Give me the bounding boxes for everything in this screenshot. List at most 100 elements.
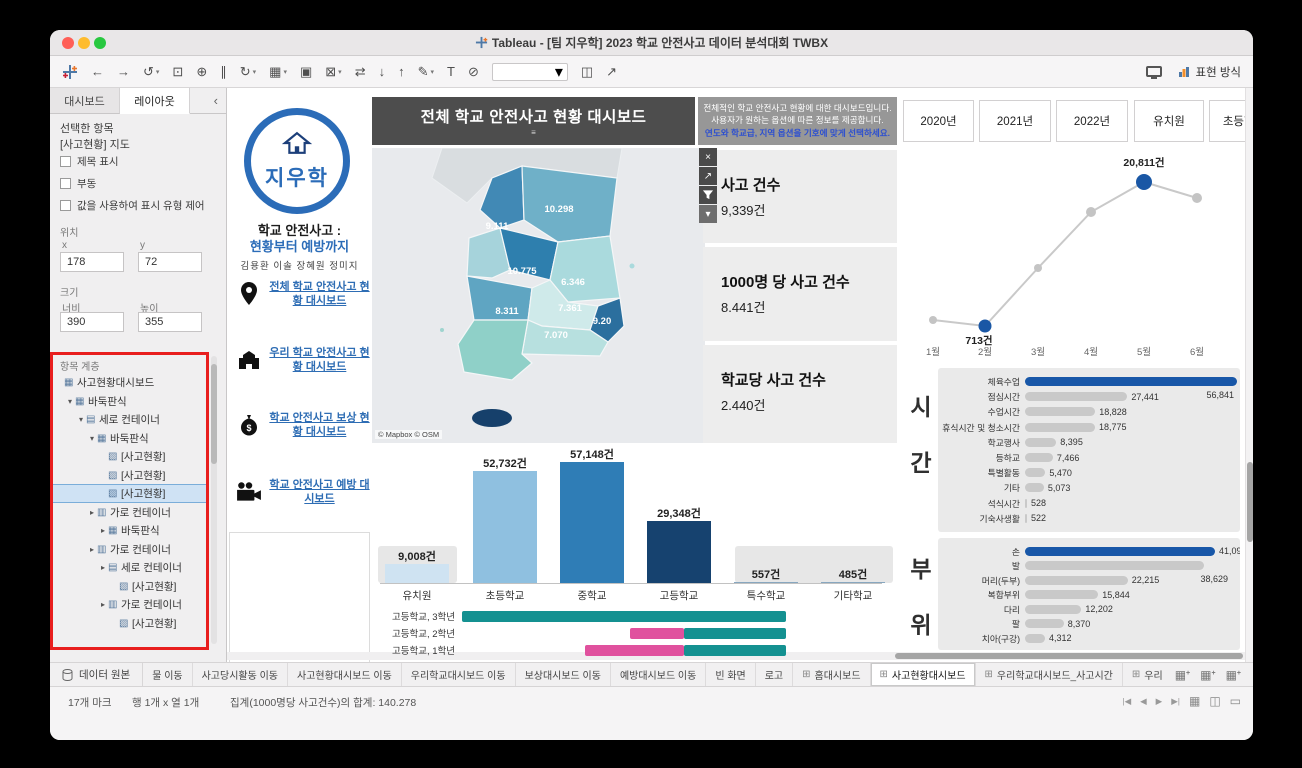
drag-handle-icon[interactable]: ≡ bbox=[531, 128, 536, 137]
filter-year-2022[interactable]: 2022년 bbox=[1056, 100, 1128, 142]
hbar-row-머리(두부)[interactable]: 머리(두부)22,215 bbox=[942, 573, 1240, 588]
filter-level-elementary[interactable]: 초등학교 bbox=[1209, 100, 1245, 142]
y-position-field[interactable] bbox=[138, 252, 202, 272]
filter-icon[interactable] bbox=[699, 186, 717, 204]
filter-level-kindergarten[interactable]: 유치원 bbox=[1134, 100, 1204, 142]
list-view-icon[interactable]: ▭ bbox=[1230, 694, 1241, 708]
hbar-row-특별활동[interactable]: 특별활동5,470 bbox=[942, 465, 1240, 480]
hbar-row-체육수업[interactable]: 체육수업 bbox=[942, 374, 1240, 389]
grade-bar-segment-teal[interactable] bbox=[462, 611, 786, 622]
sheet-tab-빈 화면[interactable]: 빈 화면 bbox=[706, 663, 755, 686]
hbar[interactable] bbox=[1025, 483, 1044, 492]
new-story-tab-icon[interactable]: ▦+ bbox=[1226, 668, 1241, 682]
expander-icon[interactable]: ▸ bbox=[98, 600, 108, 609]
width-field[interactable] bbox=[60, 312, 124, 332]
hbar[interactable] bbox=[1025, 619, 1064, 628]
nav-item-1-active[interactable]: 전체 학교 안전사고 현황 대시보드 bbox=[235, 280, 372, 309]
more-options-icon[interactable]: ▾ bbox=[699, 205, 717, 223]
minimize-window-button[interactable] bbox=[78, 37, 90, 49]
show-mark-labels-icon[interactable]: ◫ bbox=[581, 64, 593, 80]
hbar[interactable] bbox=[1025, 438, 1056, 447]
expander-icon[interactable]: ▸ bbox=[87, 508, 97, 517]
hierarchy-item[interactable]: ▸▥가로 컨테이너 bbox=[52, 596, 207, 613]
highlight-icon[interactable]: ✎▾ bbox=[418, 64, 434, 80]
hbar-row-기타[interactable]: 기타5,073 bbox=[942, 480, 1240, 495]
nav-item-3[interactable]: $학교 안전사고 보상 현황 대시보드 bbox=[235, 411, 372, 440]
fit-selector[interactable]: ▾ bbox=[492, 63, 568, 81]
hierarchy-item[interactable]: ▧[사고현황] bbox=[52, 578, 207, 595]
expander-icon[interactable]: ▾ bbox=[65, 397, 75, 406]
refresh-icon[interactable]: ↻▾ bbox=[240, 64, 256, 80]
checkbox-icon[interactable] bbox=[60, 200, 71, 211]
hierarchy-item[interactable]: ▾▦바둑판식 bbox=[52, 430, 207, 447]
forward-icon[interactable]: → bbox=[117, 64, 130, 79]
checkbox-floating[interactable]: 부동 bbox=[60, 176, 220, 191]
expander-icon[interactable]: ▸ bbox=[87, 545, 97, 554]
collapse-panel-icon[interactable]: ‹ bbox=[190, 88, 226, 114]
hbar-row-손[interactable]: 손41,092 bbox=[942, 544, 1240, 559]
last-tab-icon[interactable]: ▶| bbox=[1171, 696, 1180, 707]
hbar[interactable] bbox=[1025, 453, 1053, 462]
hbar[interactable] bbox=[1025, 605, 1081, 614]
sheet-tab-보상대시보드 이동[interactable]: 보상대시보드 이동 bbox=[516, 663, 611, 686]
height-field[interactable] bbox=[138, 312, 202, 332]
hbar[interactable] bbox=[1025, 423, 1095, 432]
text-label-icon[interactable]: T bbox=[447, 64, 455, 79]
hbar-row-학교행사[interactable]: 학교행사8,395 bbox=[942, 435, 1240, 450]
sheet-tab-예방대시보드 이동[interactable]: 예방대시보드 이동 bbox=[611, 663, 706, 686]
hbar[interactable] bbox=[1025, 377, 1237, 386]
hierarchy-item-selected[interactable]: ▧[사고현황] bbox=[52, 485, 207, 502]
sheet-tab-물 이동[interactable]: 물 이동 bbox=[143, 663, 192, 686]
expander-icon[interactable]: ▸ bbox=[98, 563, 108, 572]
tab-dashboard[interactable]: 대시보드 bbox=[50, 88, 120, 114]
new-worksheet-icon[interactable]: ▦▾ bbox=[269, 64, 287, 80]
sort-ascending-icon[interactable]: ↓ bbox=[379, 64, 386, 79]
grade-bar-segment-pink[interactable] bbox=[585, 645, 684, 656]
sheet-tab-사고당시활동 이동[interactable]: 사고당시활동 이동 bbox=[193, 663, 288, 686]
sheet-tab-사고현황대시보드-active[interactable]: ⊞사고현황대시보드 bbox=[871, 663, 976, 686]
bar-초등학교[interactable] bbox=[473, 471, 537, 583]
data-source-tab[interactable]: 데이터 원본 bbox=[50, 663, 143, 686]
hierarchy-item[interactable]: ▾▤세로 컨테이너 bbox=[52, 411, 207, 428]
show-me-button[interactable]: 표현 방식 bbox=[1178, 64, 1241, 80]
share-icon[interactable]: ↗ bbox=[606, 64, 617, 80]
back-icon[interactable]: ← bbox=[91, 64, 104, 79]
expander-icon[interactable]: ▸ bbox=[98, 526, 108, 535]
checkbox-icon[interactable] bbox=[60, 156, 71, 167]
hierarchy-item[interactable]: ▾▦바둑판식 bbox=[52, 393, 207, 410]
expander-icon[interactable]: ▾ bbox=[76, 415, 86, 424]
hierarchy-item[interactable]: ▸▥가로 컨테이너 bbox=[52, 541, 207, 558]
nav-link-label[interactable]: 학교 안전사고 예방 대시보드 bbox=[267, 478, 372, 507]
undo-icon[interactable]: ↺▾ bbox=[143, 64, 159, 80]
hbar[interactable] bbox=[1025, 499, 1027, 508]
new-data-source-icon[interactable]: ⊕ bbox=[196, 64, 207, 80]
next-tab-icon[interactable]: ▶ bbox=[1156, 696, 1163, 707]
bar-유치원[interactable] bbox=[385, 564, 449, 583]
previous-tab-icon[interactable]: ◀ bbox=[1140, 696, 1147, 707]
first-tab-icon[interactable]: |◀ bbox=[1122, 696, 1131, 707]
bar-고등학교[interactable] bbox=[647, 521, 711, 583]
close-window-button[interactable] bbox=[62, 37, 74, 49]
zoom-window-button[interactable] bbox=[94, 37, 106, 49]
hbar-row-기숙사생활[interactable]: 기숙사생활522 bbox=[942, 511, 1240, 526]
sort-descending-icon[interactable]: ↑ bbox=[398, 64, 405, 79]
sheet-tab-홈대시보드[interactable]: ⊞홈대시보드 bbox=[793, 663, 870, 686]
grade-bar-segment-teal[interactable] bbox=[684, 645, 786, 656]
hbar[interactable] bbox=[1025, 468, 1045, 477]
x-position-field[interactable] bbox=[60, 252, 124, 272]
hbar-row-수업시간[interactable]: 수업시간18,828 bbox=[942, 404, 1240, 419]
expander-icon[interactable]: ▾ bbox=[87, 434, 97, 443]
hbar[interactable] bbox=[1025, 634, 1045, 643]
point-feb[interactable] bbox=[979, 320, 992, 333]
presentation-mode-icon[interactable] bbox=[1146, 66, 1162, 77]
tab-layout[interactable]: 레이아웃 bbox=[120, 88, 190, 114]
filmstrip-view-icon[interactable]: ◫ bbox=[1209, 694, 1220, 708]
nav-item-4[interactable]: 학교 안전사고 예방 대시보드 bbox=[235, 478, 372, 507]
hierarchy-item[interactable]: ▸▤세로 컨테이너 bbox=[52, 559, 207, 576]
hbar-row-복합부위[interactable]: 복합부위15,844 bbox=[942, 588, 1240, 603]
hbar-row-다리[interactable]: 다리12,202 bbox=[942, 602, 1240, 617]
scrollbar-thumb[interactable] bbox=[1247, 462, 1253, 542]
hbar[interactable] bbox=[1025, 561, 1204, 570]
point-jan[interactable] bbox=[929, 316, 937, 324]
grade-bar-segment-pink[interactable] bbox=[630, 628, 684, 639]
